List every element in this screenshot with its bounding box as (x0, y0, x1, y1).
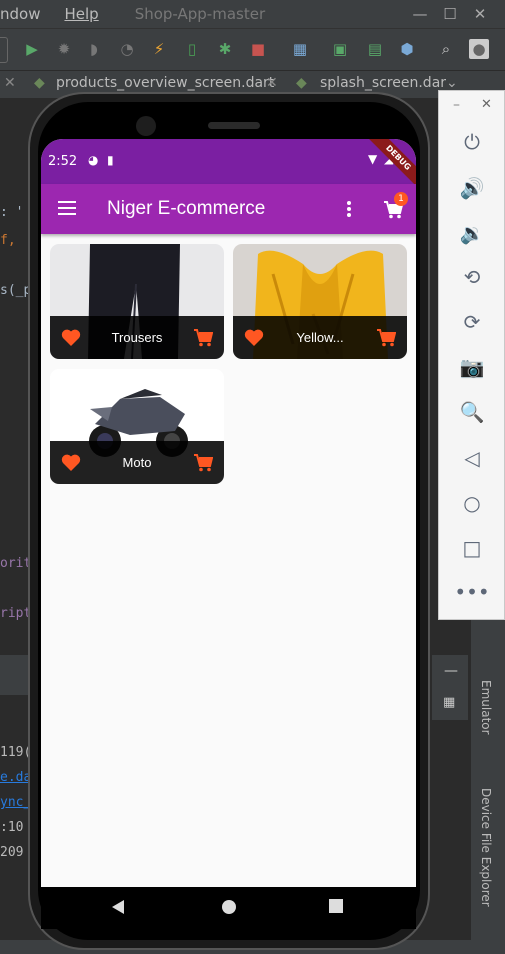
bottom-panel-header (0, 655, 30, 695)
sdk-manager-icon[interactable]: ⬢ (397, 39, 417, 59)
panel-minimize-icon[interactable]: – (453, 97, 460, 113)
emulator-tool-controls: — ▦ (432, 655, 468, 720)
favorite-icon[interactable] (50, 329, 92, 347)
tool-window-device-file-explorer[interactable]: Device File Explorer (479, 788, 493, 907)
hot-reload-icon[interactable]: ⚡ (149, 39, 169, 59)
close-icon[interactable]: ✕ (465, 0, 495, 28)
nav-back-icon[interactable] (111, 899, 125, 915)
tab-products-overview[interactable]: products_overview_screen.dart (56, 75, 274, 91)
dart-file-icon: ◆ (34, 75, 45, 91)
tab-splash-screen[interactable]: splash_screen.dar (320, 75, 446, 91)
nav-home-icon[interactable] (221, 899, 237, 915)
stop-icon[interactable]: ■ (248, 39, 268, 59)
notification-icon: ◕ (88, 153, 99, 167)
add-to-cart-icon[interactable] (365, 328, 407, 347)
config-dropdown[interactable] (0, 37, 8, 63)
menu-help[interactable]: Help (64, 5, 108, 23)
tool-window-emulator[interactable]: Emulator (479, 680, 493, 735)
code-fragment: f, (0, 233, 16, 248)
maximize-icon[interactable]: ☐ (435, 0, 465, 28)
menu-window[interactable]: ndow (0, 5, 50, 23)
edge-fragment (495, 0, 505, 28)
favorite-icon[interactable] (233, 329, 275, 347)
product-tile[interactable]: Trousers (50, 244, 224, 359)
back-icon[interactable]: ◁ (459, 445, 485, 471)
emulator-controls-panel: – ✕ ⏻ 🔊 🔉 ⟲ ⟳ 📷 🔍 ◁ ○ □ ••• (438, 90, 505, 620)
android-nav-bar (41, 887, 416, 929)
close-tab-icon[interactable]: ✕ (4, 75, 16, 91)
profile-icon[interactable]: ◔ (117, 39, 137, 59)
camera-icon[interactable]: 📷 (459, 354, 485, 380)
code-fragment: orit (0, 556, 32, 571)
search-icon[interactable]: ⌕ (436, 39, 456, 59)
log-fragment: 209 (0, 845, 24, 860)
project-structure-icon[interactable]: ▦ (290, 39, 310, 59)
code-fragment: : ' (0, 205, 24, 220)
log-fragment: :10 (0, 820, 24, 835)
earpiece-speaker (208, 122, 260, 129)
overview-icon[interactable]: □ (459, 535, 485, 561)
rotate-right-icon[interactable]: ⟳ (459, 309, 485, 335)
favorite-icon[interactable] (50, 454, 92, 472)
minimize-icon[interactable]: — (405, 0, 435, 28)
product-tile[interactable]: Moto (50, 369, 224, 484)
wifi-icon: ▼ (368, 152, 378, 166)
ide-toolbar: ▶ ✹ ◗ ◔ ⚡ ▯ ✱ ■ ▦ ▣ ▤ ⬢ ⌕ ● (0, 28, 505, 70)
app-title: Niger E-commerce (107, 198, 266, 219)
dart-file-icon: ◆ (296, 75, 307, 91)
close-tab-icon[interactable]: ✕ (266, 75, 278, 91)
nav-recents-icon[interactable] (329, 899, 343, 913)
panel-close-icon[interactable]: ✕ (481, 97, 492, 112)
device-manager-icon[interactable]: ▤ (365, 39, 385, 59)
product-footer: Trousers (50, 316, 224, 359)
app-bar: Niger E-commerce 1 (41, 184, 416, 234)
code-fragment: s(_p (0, 283, 32, 298)
rotate-left-icon[interactable]: ⟲ (459, 264, 485, 290)
home-icon[interactable]: ○ (459, 490, 485, 516)
product-tile[interactable]: Yellow... (233, 244, 407, 359)
run-icon[interactable]: ▶ (22, 39, 42, 59)
layout-icon[interactable]: ▦ (443, 695, 455, 710)
more-icon[interactable]: ••• (454, 579, 489, 605)
sd-card-icon: ▮ (107, 153, 114, 167)
product-footer: Moto (50, 441, 224, 484)
phone-status-bar: 2:52 ◕ ▮ ▼ ◢ ▮ DEBUG (41, 139, 416, 192)
volume-down-icon[interactable]: 🔉 (459, 220, 485, 246)
log-fragment: 119( (0, 745, 32, 760)
coverage-icon[interactable]: ◗ (84, 39, 104, 59)
account-icon[interactable]: ● (469, 39, 489, 59)
add-to-cart-icon[interactable] (182, 328, 224, 347)
zoom-icon[interactable]: 🔍 (459, 399, 485, 425)
product-title: Yellow... (296, 330, 344, 345)
product-footer: Yellow... (233, 316, 407, 359)
phone-screen: 2:52 ◕ ▮ ▼ ◢ ▮ DEBUG Niger E-commerce 1 (41, 139, 416, 926)
power-icon[interactable]: ⏻ (459, 129, 485, 155)
front-camera (136, 116, 156, 136)
code-fragment: ript (0, 606, 32, 621)
product-title: Moto (122, 455, 152, 470)
log-link[interactable]: e.da (0, 770, 31, 785)
status-time: 2:52 (48, 154, 78, 169)
volume-up-icon[interactable]: 🔊 (459, 175, 485, 201)
tab-list-chevron-icon[interactable]: ⌄ (446, 75, 458, 91)
cart-badge: 1 (394, 192, 408, 206)
product-title: Trousers (111, 330, 163, 345)
attach-icon[interactable]: ✱ (215, 39, 235, 59)
ide-menubar: ndow Help Shop-App-master — ☐ ✕ (0, 0, 505, 28)
window-title: Shop-App-master (134, 5, 266, 23)
more-vert-icon[interactable] (346, 200, 352, 218)
avd-manager-icon[interactable]: ▣ (330, 39, 350, 59)
add-to-cart-icon[interactable] (182, 453, 224, 472)
debug-icon[interactable]: ✹ (54, 39, 74, 59)
menu-icon[interactable] (58, 201, 76, 215)
hot-restart-icon[interactable]: ▯ (182, 39, 202, 59)
minimize-panel-icon[interactable]: — (444, 663, 458, 679)
log-link[interactable]: ync_ (0, 795, 31, 810)
